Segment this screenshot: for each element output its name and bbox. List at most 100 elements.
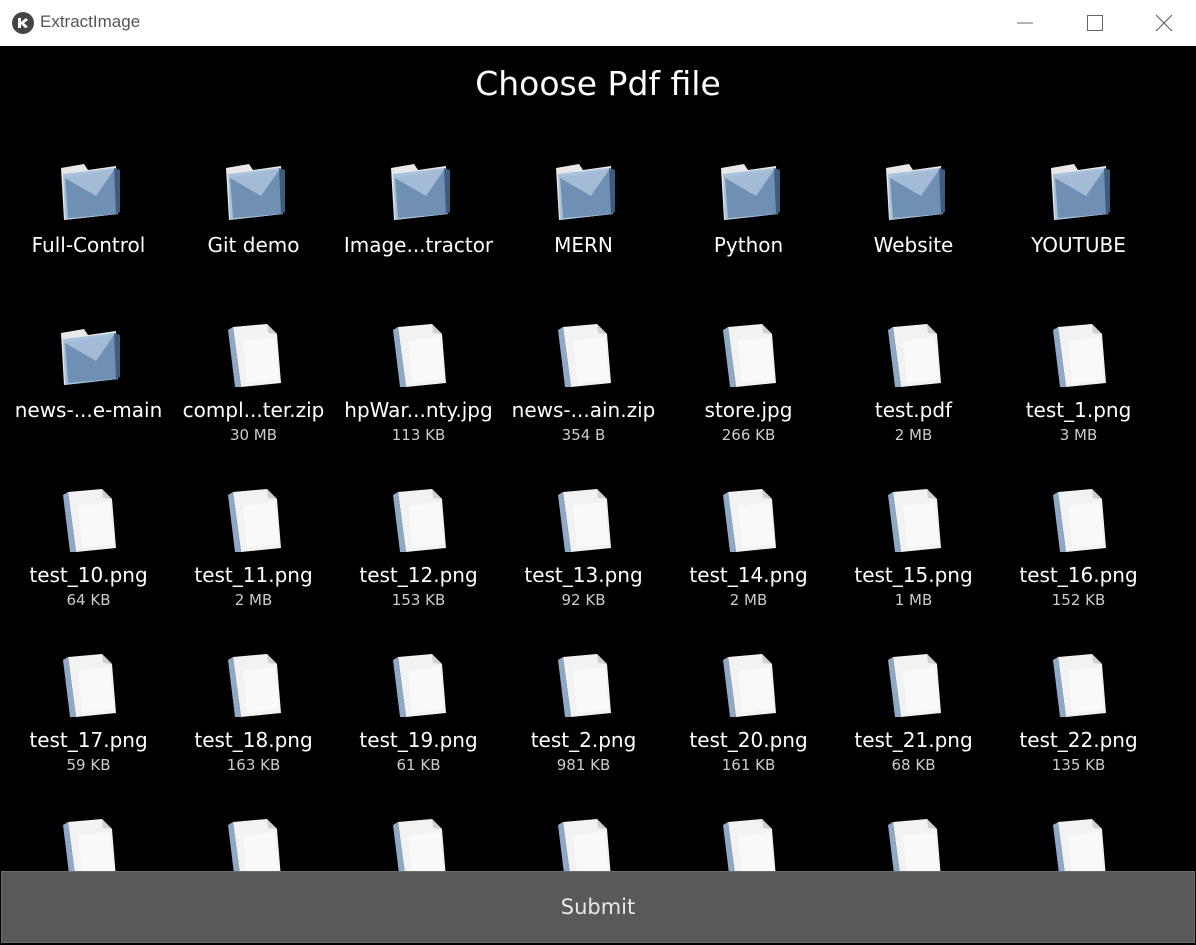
- folder-item[interactable]: YOUTUBE: [996, 146, 1161, 311]
- file-item[interactable]: test_1.png 3 MB: [996, 311, 1161, 476]
- submit-button[interactable]: Submit: [1, 871, 1195, 943]
- file-item[interactable]: test_18.png 163 KB: [171, 641, 336, 806]
- file-icon: [1046, 321, 1112, 389]
- item-size: 59 KB: [66, 756, 111, 774]
- item-name: store.jpg: [704, 398, 793, 422]
- file-item[interactable]: test_2.png 981 KB: [501, 641, 666, 806]
- item-size: 153 KB: [391, 591, 446, 609]
- file-icon: [221, 651, 287, 719]
- folder-icon: [56, 321, 122, 389]
- item-size: 64 KB: [66, 591, 111, 609]
- file-icon: [56, 486, 122, 554]
- item-name: test_12.png: [359, 563, 478, 587]
- window-title: ExtractImage: [40, 12, 141, 31]
- file-icon: [221, 321, 287, 389]
- folder-item[interactable]: Git demo: [171, 146, 336, 311]
- folder-item[interactable]: Python: [666, 146, 831, 311]
- file-item[interactable]: store.jpg 266 KB: [666, 311, 831, 476]
- minimize-button[interactable]: [990, 0, 1060, 46]
- folder-item[interactable]: MERN: [501, 146, 666, 311]
- item-name: test_17.png: [29, 728, 148, 752]
- file-item[interactable]: test_15.png 1 MB: [831, 476, 996, 641]
- item-size: 981 KB: [556, 756, 611, 774]
- file-item[interactable]: test_17.png 59 KB: [6, 641, 171, 806]
- item-name: Website: [873, 233, 954, 257]
- file-icon: [56, 651, 122, 719]
- file-item[interactable]: test_20.png 161 KB: [666, 641, 831, 806]
- item-name: Full-Control: [31, 233, 146, 257]
- folder-item[interactable]: news-...e-main: [6, 311, 171, 476]
- item-size: 113 KB: [391, 426, 446, 444]
- close-icon: [1155, 14, 1173, 32]
- file-item[interactable]: compl...ter.zip 30 MB: [171, 311, 336, 476]
- item-name: test_16.png: [1019, 563, 1138, 587]
- folder-icon: [386, 156, 452, 224]
- file-icon: [716, 486, 782, 554]
- file-item[interactable]: news-...ain.zip 354 B: [501, 311, 666, 476]
- item-size: 161 KB: [721, 756, 776, 774]
- maximize-icon: [1087, 15, 1103, 31]
- maximize-button[interactable]: [1060, 0, 1130, 46]
- item-size: 61 KB: [396, 756, 441, 774]
- item-name: test_18.png: [194, 728, 313, 752]
- folder-item[interactable]: Image...tractor: [336, 146, 501, 311]
- file-icon: [386, 486, 452, 554]
- item-name: Git demo: [207, 233, 300, 257]
- item-name: test_1.png: [1025, 398, 1132, 422]
- file-icon: [551, 651, 617, 719]
- item-name: test.pdf: [874, 398, 953, 422]
- item-name: test_15.png: [854, 563, 973, 587]
- folder-item[interactable]: Website: [831, 146, 996, 311]
- folder-icon: [716, 156, 782, 224]
- file-item[interactable]: hpWar...nty.jpg 113 KB: [336, 311, 501, 476]
- file-item[interactable]: test_10.png 64 KB: [6, 476, 171, 641]
- file-icon: [386, 321, 452, 389]
- file-item[interactable]: test_16.png 152 KB: [996, 476, 1161, 641]
- file-icon: [1046, 486, 1112, 554]
- file-item[interactable]: test_14.png 2 MB: [666, 476, 831, 641]
- item-name: test_10.png: [29, 563, 148, 587]
- folder-icon: [881, 156, 947, 224]
- minimize-icon: [1017, 22, 1033, 24]
- folder-icon: [56, 156, 122, 224]
- folder-icon: [551, 156, 617, 224]
- item-size: 152 KB: [1051, 591, 1106, 609]
- item-size: 30 MB: [229, 426, 278, 444]
- page-title: Choose Pdf file: [475, 64, 721, 103]
- file-item[interactable]: test.pdf 2 MB: [831, 311, 996, 476]
- item-size: 163 KB: [226, 756, 281, 774]
- item-size: 354 B: [561, 426, 606, 444]
- item-name: YOUTUBE: [1031, 233, 1126, 257]
- item-name: Image...tractor: [343, 233, 494, 257]
- file-item[interactable]: test_19.png 61 KB: [336, 641, 501, 806]
- item-size: 3 MB: [1059, 426, 1098, 444]
- file-icon: [716, 651, 782, 719]
- file-icon: [716, 321, 782, 389]
- file-item[interactable]: test_12.png 153 KB: [336, 476, 501, 641]
- folder-icon: [1046, 156, 1112, 224]
- item-name: MERN: [554, 233, 613, 257]
- item-size: 2 MB: [894, 426, 933, 444]
- file-item[interactable]: test_11.png 2 MB: [171, 476, 336, 641]
- file-icon: [881, 651, 947, 719]
- folder-icon: [221, 156, 287, 224]
- item-size: 135 KB: [1051, 756, 1106, 774]
- item-name: hpWar...nty.jpg: [344, 398, 493, 422]
- file-item[interactable]: test_21.png 68 KB: [831, 641, 996, 806]
- file-icon: [221, 486, 287, 554]
- file-chooser: Choose Pdf file Full-Control Git demo Imag…: [0, 46, 1196, 945]
- file-icon: [551, 321, 617, 389]
- item-size: 2 MB: [729, 591, 768, 609]
- file-item[interactable]: test_13.png 92 KB: [501, 476, 666, 641]
- item-name: test_20.png: [689, 728, 808, 752]
- file-icon: [881, 321, 947, 389]
- item-name: test_14.png: [689, 563, 808, 587]
- file-icon: [551, 486, 617, 554]
- item-name: test_11.png: [194, 563, 313, 587]
- file-item[interactable]: test_22.png 135 KB: [996, 641, 1161, 806]
- title-bar: ExtractImage: [0, 0, 1196, 46]
- item-size: 1 MB: [894, 591, 933, 609]
- close-button[interactable]: [1129, 0, 1196, 46]
- item-name: test_22.png: [1019, 728, 1138, 752]
- folder-item[interactable]: Full-Control: [6, 146, 171, 311]
